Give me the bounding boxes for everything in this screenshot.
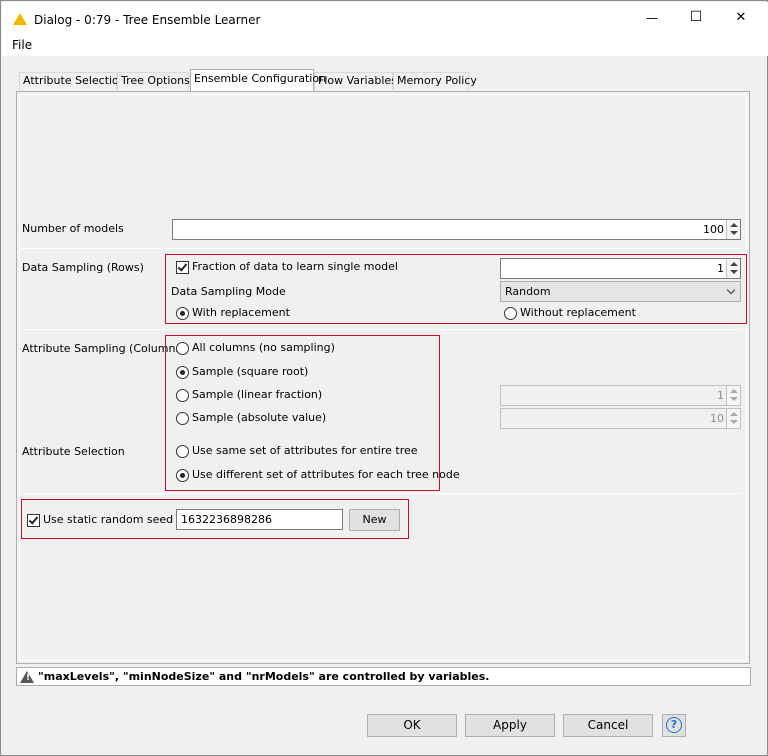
new-seed-button[interactable]: New xyxy=(349,509,400,531)
help-icon-glyph: ? xyxy=(670,718,678,731)
arrow-down-icon xyxy=(730,397,738,401)
spinner-arrows[interactable] xyxy=(726,259,740,278)
number-of-models-value: 100 xyxy=(703,223,724,236)
arrow-up-icon xyxy=(730,223,738,227)
tab-memory-policy[interactable]: Memory Policy xyxy=(393,72,477,90)
spinner-arrows[interactable] xyxy=(726,220,740,239)
menu-bar: File xyxy=(2,36,768,56)
with-replacement-label: With replacement xyxy=(192,306,290,319)
random-seed-input[interactable]: 1632236898286 xyxy=(176,509,343,530)
attribute-selection-label: Attribute Selection xyxy=(22,445,125,458)
square-root-radio[interactable] xyxy=(176,366,189,379)
help-button[interactable]: ? xyxy=(662,714,686,737)
arrow-down-icon xyxy=(730,270,738,274)
window-title: Dialog - 0:79 - Tree Ensemble Learner xyxy=(34,13,261,27)
status-bar: ! "maxLevels", "minNodeSize" and "nrMode… xyxy=(16,667,751,686)
linear-fraction-spinner[interactable]: 1 xyxy=(500,385,741,406)
close-button[interactable]: ✕ xyxy=(731,11,751,25)
absolute-value-spinner[interactable]: 10 xyxy=(500,408,741,429)
with-replacement-radio[interactable] xyxy=(176,307,189,320)
tab-attribute-selection[interactable]: Attribute Selection xyxy=(19,72,126,90)
tab-ensemble-configuration[interactable]: Ensemble Configuration xyxy=(190,69,326,91)
warning-icon: ! xyxy=(20,671,34,683)
tab-tree-options[interactable]: Tree Options xyxy=(117,72,190,90)
ok-button[interactable]: OK xyxy=(367,714,457,737)
arrow-down-icon xyxy=(730,231,738,235)
linear-fraction-label: Sample (linear fraction) xyxy=(192,388,323,401)
attribute-sampling-label: Attribute Sampling (Columns) xyxy=(22,342,186,355)
help-icon: ? xyxy=(666,717,682,733)
apply-button[interactable]: Apply xyxy=(465,714,555,737)
sampling-mode-value: Random xyxy=(505,285,551,298)
absolute-value-value: 10 xyxy=(710,412,724,425)
number-of-models-label: Number of models xyxy=(22,222,124,235)
fraction-spinner[interactable]: 1 xyxy=(500,258,741,279)
menu-file[interactable]: File xyxy=(12,38,32,52)
arrow-down-icon xyxy=(730,420,738,424)
fraction-label: Fraction of data to learn single model xyxy=(192,260,398,273)
same-set-radio[interactable] xyxy=(176,445,189,458)
maximize-button[interactable]: ☐ xyxy=(686,10,706,24)
separator xyxy=(21,248,741,249)
different-set-label: Use different set of attributes for each… xyxy=(192,468,460,481)
data-sampling-label: Data Sampling (Rows) xyxy=(22,261,144,274)
without-replacement-label: Without replacement xyxy=(520,306,636,319)
linear-fraction-value: 1 xyxy=(717,389,724,402)
status-message: "maxLevels", "minNodeSize" and "nrModels… xyxy=(38,670,490,683)
all-columns-label: All columns (no sampling) xyxy=(192,341,335,354)
fraction-value: 1 xyxy=(717,262,724,275)
random-seed-label: Use static random seed xyxy=(43,513,174,526)
cancel-button[interactable]: Cancel xyxy=(563,714,653,737)
linear-fraction-radio[interactable] xyxy=(176,389,189,402)
same-set-label: Use same set of attributes for entire tr… xyxy=(192,444,418,457)
random-seed-checkbox[interactable] xyxy=(27,514,40,527)
square-root-label: Sample (square root) xyxy=(192,365,309,378)
sampling-mode-select[interactable]: Random xyxy=(500,281,741,302)
absolute-value-label: Sample (absolute value) xyxy=(192,411,327,424)
without-replacement-radio[interactable] xyxy=(504,307,517,320)
app-icon xyxy=(13,13,27,25)
arrow-up-icon xyxy=(730,262,738,266)
fraction-checkbox[interactable] xyxy=(176,261,189,274)
arrow-up-icon xyxy=(730,389,738,393)
all-columns-radio[interactable] xyxy=(176,342,189,355)
different-set-radio[interactable] xyxy=(176,469,189,482)
checkmark-icon xyxy=(28,514,39,525)
separator xyxy=(21,329,741,330)
sampling-mode-label: Data Sampling Mode xyxy=(171,285,286,298)
arrow-up-icon xyxy=(730,412,738,416)
separator xyxy=(21,493,741,494)
title-bar: Dialog - 0:79 - Tree Ensemble Learner — … xyxy=(2,2,768,36)
absolute-value-radio[interactable] xyxy=(176,412,189,425)
minimize-button[interactable]: — xyxy=(642,11,662,25)
checkmark-icon xyxy=(177,261,188,272)
number-of-models-spinner[interactable]: 100 xyxy=(172,219,741,240)
chevron-down-icon xyxy=(726,285,736,295)
